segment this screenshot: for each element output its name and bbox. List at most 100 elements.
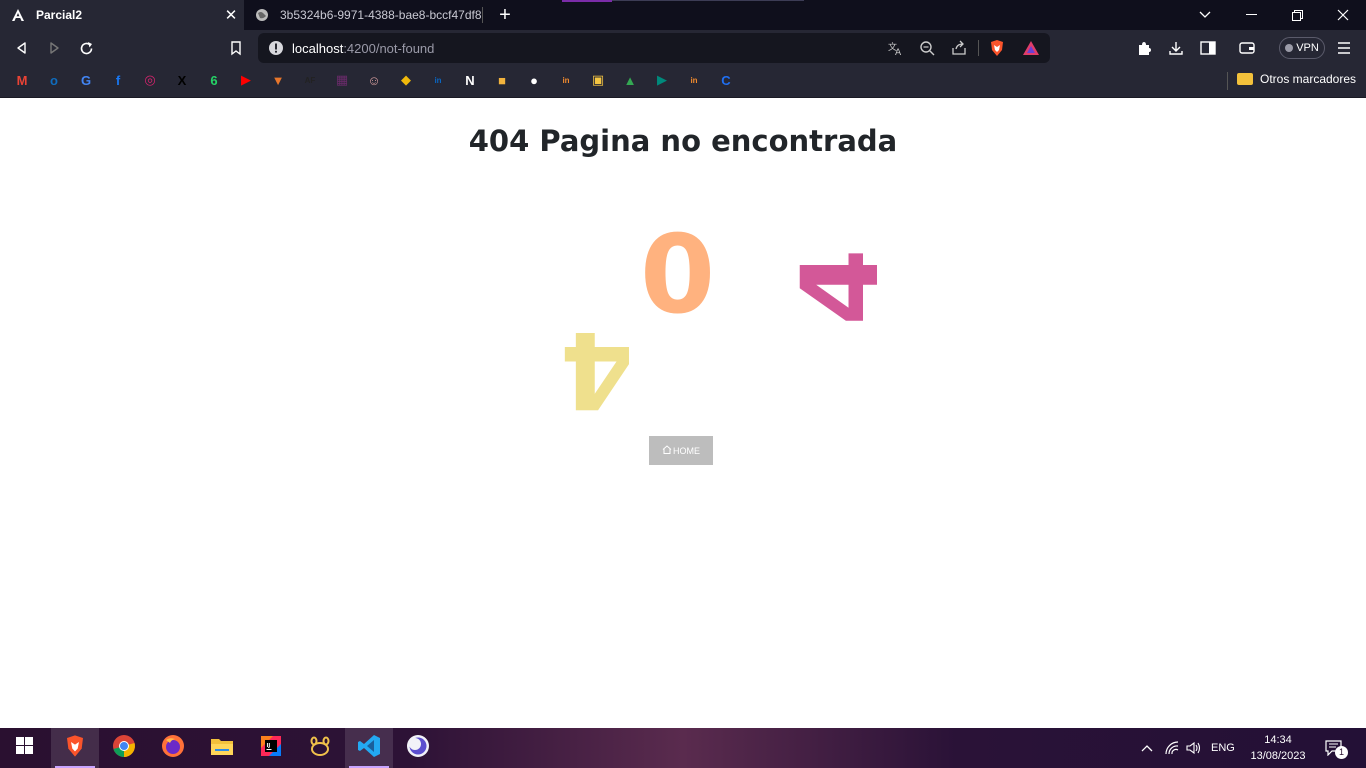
language-indicator[interactable]: ENG — [1211, 728, 1235, 768]
vpn-button[interactable]: VPN — [1279, 37, 1325, 59]
clock-time: 14:34 — [1264, 734, 1292, 746]
bookmark-facebook[interactable]: f — [110, 72, 126, 88]
home-icon — [662, 445, 672, 456]
digit-zero: 0 — [640, 213, 716, 338]
extensions-icon[interactable] — [1134, 38, 1154, 58]
bookmark-app-10[interactable]: ▦ — [334, 72, 350, 88]
close-window-button[interactable] — [1320, 0, 1366, 30]
network-icon[interactable] — [1163, 728, 1181, 768]
github-icon: ● — [530, 72, 538, 88]
firefox-icon — [161, 734, 185, 763]
taskbar-intellij[interactable]: IJ — [247, 728, 295, 768]
vpn-status-icon — [1285, 44, 1294, 52]
other-bookmarks[interactable]: Otros marcadores — [1237, 72, 1356, 86]
minimize-button[interactable] — [1228, 0, 1274, 30]
page-content: 404 Pagina no encontrada 0 4 4 HOME — [0, 98, 1366, 728]
bookmark-canva[interactable]: C — [718, 72, 734, 88]
windows-taskbar: IJ ENG 14:34 13/08/2023 1 — [0, 728, 1366, 768]
bookmark-invision-2[interactable]: in — [686, 72, 702, 88]
bookmark-gmail[interactable]: M — [14, 72, 30, 88]
new-tab-button[interactable]: + — [494, 3, 516, 27]
url-host: localhost — [292, 41, 344, 56]
taskbar-app-7[interactable] — [296, 728, 344, 768]
bookmark-x[interactable]: X — [174, 72, 190, 88]
bookmark-app-11[interactable]: ☺ — [366, 72, 382, 88]
whatsapp-icon: 6 — [210, 72, 218, 88]
bookmark-notion[interactable]: N — [462, 72, 478, 88]
address-bar[interactable]: localhost:4200/not-found 文A — [258, 33, 1050, 63]
taskbar-vscode[interactable] — [345, 728, 393, 768]
forward-button[interactable] — [41, 35, 67, 61]
site-info-icon[interactable] — [268, 40, 284, 56]
moon-icon — [406, 734, 430, 763]
google-icon: G — [80, 72, 92, 88]
box-icon: ■ — [498, 72, 506, 88]
bookmark-icon[interactable] — [223, 35, 249, 61]
bookmark-drive[interactable]: ▲ — [622, 72, 638, 88]
invision-icon: in — [690, 75, 698, 85]
url-path: :4200/not-found — [343, 41, 435, 56]
tab-search-icon[interactable] — [1182, 0, 1228, 30]
start-button[interactable] — [0, 728, 48, 768]
folder-icon — [210, 736, 234, 761]
bookmark-linkedin[interactable]: in — [430, 72, 446, 88]
brave-shields-icon[interactable] — [988, 39, 1006, 57]
fox-icon: ▼ — [271, 72, 285, 88]
outlook-icon: o — [50, 72, 58, 88]
tab-bar: Parcial2 ✕ 3b5324b6-9971-4388-bae8-bccf4… — [0, 0, 1366, 30]
bookmark-app-18[interactable]: ▣ — [590, 72, 606, 88]
notion-icon: N — [465, 72, 475, 88]
sidebar-icon[interactable] — [1198, 38, 1218, 58]
page-title: 404 Pagina no encontrada — [468, 124, 898, 158]
reload-button[interactable] — [73, 35, 99, 61]
meet-icon: ▶ — [657, 72, 667, 87]
bookmark-divider — [1227, 72, 1228, 90]
show-hidden-icons-icon[interactable] — [1139, 728, 1155, 768]
bookmark-youtube[interactable]: ▶ — [238, 72, 254, 88]
back-button[interactable] — [9, 35, 35, 61]
brave-rewards-icon[interactable] — [1022, 39, 1040, 57]
url-text[interactable]: localhost:4200/not-found — [292, 41, 434, 56]
share-icon[interactable] — [950, 39, 968, 57]
home-button[interactable]: HOME — [649, 436, 713, 465]
zoom-icon[interactable] — [918, 39, 936, 57]
bookmark-app-15[interactable]: ■ — [494, 72, 510, 88]
image-icon: ▣ — [591, 72, 605, 87]
taskbar-firefox[interactable] — [149, 728, 197, 768]
bookmark-app-8[interactable]: ▼ — [270, 72, 286, 88]
tab-accent — [612, 0, 804, 1]
bookmark-github[interactable]: ● — [526, 72, 542, 88]
paw-icon — [308, 734, 332, 763]
bookmark-whatsapp[interactable]: 6 — [206, 72, 222, 88]
restore-button[interactable] — [1274, 0, 1320, 30]
angular-icon — [10, 7, 26, 23]
bookmark-meet[interactable]: ▶ — [654, 72, 670, 88]
volume-icon[interactable] — [1185, 728, 1203, 768]
canva-icon: C — [721, 72, 731, 88]
bookmark-google[interactable]: G — [78, 72, 94, 88]
taskbar-brave[interactable] — [51, 728, 99, 768]
digit-four-rotated: 4 — [778, 248, 902, 326]
vscode-icon — [357, 734, 381, 763]
folder-icon — [1237, 73, 1253, 85]
notification-count: 1 — [1335, 746, 1348, 759]
bookmark-instagram[interactable]: ◎ — [142, 72, 158, 88]
bookmarks-bar: Mo Gf ◎ X 6 ▶ ▼ AF ▦ ☺ ◆ in N ■ ● in ▣ ▲ ▶ in C Otros marcad… — [0, 65, 1366, 98]
taskbar-chrome[interactable] — [100, 728, 148, 768]
taskbar-file-explorer[interactable] — [198, 728, 246, 768]
bookmark-outlook[interactable]: o — [46, 72, 62, 88]
notifications-button[interactable]: 1 — [1323, 728, 1348, 768]
bookmark-binance[interactable]: ◆ — [398, 72, 414, 88]
taskbar-clock[interactable]: 14:34 13/08/2023 — [1246, 732, 1310, 764]
taskbar-app-9[interactable] — [394, 728, 442, 768]
download-icon[interactable] — [1166, 38, 1186, 58]
tab-parcial2[interactable]: Parcial2 ✕ — [0, 0, 244, 30]
bookmark-af[interactable]: AF — [302, 72, 318, 88]
tab-uuid[interactable]: 3b5324b6-9971-4388-bae8-bccf47df8 — [244, 0, 484, 30]
svg-text:IJ: IJ — [267, 743, 271, 749]
menu-icon[interactable] — [1334, 38, 1354, 58]
close-tab-icon[interactable]: ✕ — [220, 6, 242, 24]
translate-icon[interactable]: 文A — [886, 39, 904, 57]
bookmark-invision-1[interactable]: in — [558, 72, 574, 88]
wallet-icon[interactable] — [1237, 38, 1257, 58]
